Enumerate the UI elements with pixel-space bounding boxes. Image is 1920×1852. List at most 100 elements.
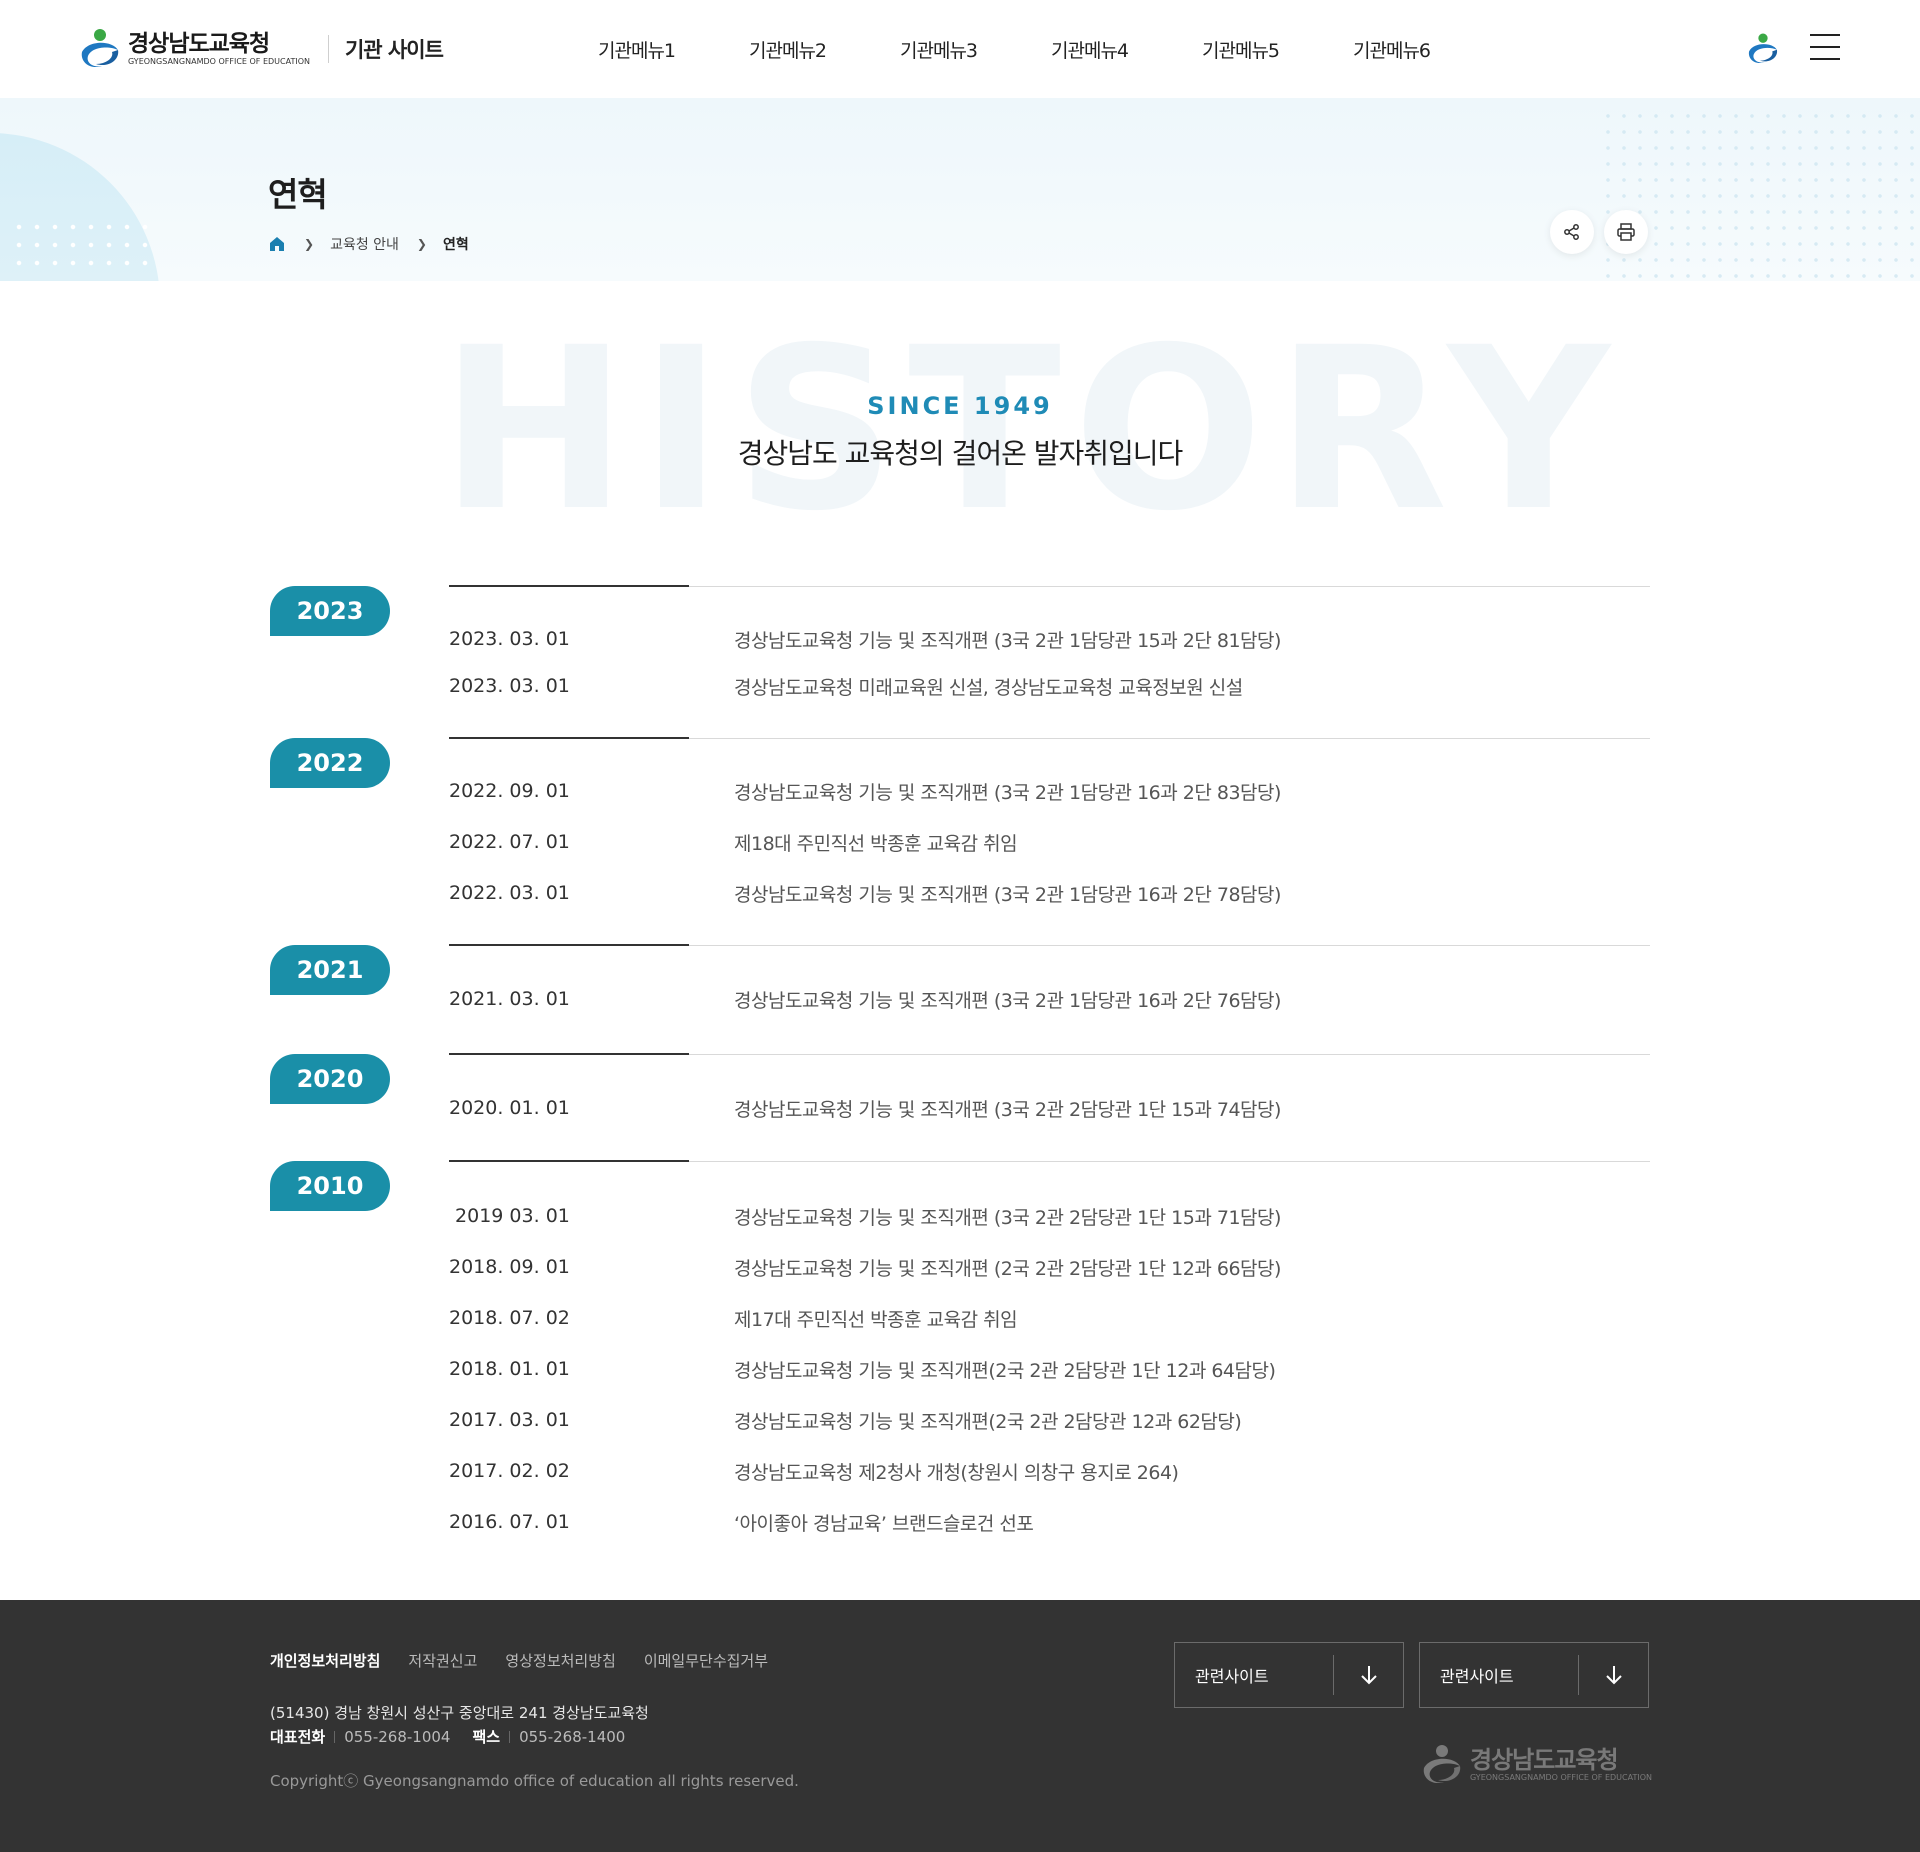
- event-description: 경상남도교육청 기능 및 조직개편 (2국 2관 2담당관 1단 12과 66담…: [734, 1257, 1281, 1280]
- since-label: SINCE 1949: [867, 392, 1053, 420]
- share-button[interactable]: [1550, 210, 1594, 254]
- history-event: 2019 03. 01 경상남도교육청 기능 및 조직개편 (3국 2관 2담당관…: [449, 1201, 1281, 1231]
- nav-item-menu1[interactable]: 기관메뉴1: [598, 36, 749, 63]
- event-date: 2022. 09. 01: [449, 780, 570, 802]
- site-name: 기관 사이트: [344, 38, 444, 62]
- related-sites-label: 관련사이트: [1195, 1667, 1269, 1686]
- home-icon[interactable]: [268, 235, 286, 253]
- event-date: 2023. 03. 01: [449, 628, 570, 650]
- event-description: 제17대 주민직선 박종훈 교육감 취임: [734, 1308, 1018, 1331]
- breadcrumb-item-guide[interactable]: 교육청 안내: [330, 234, 399, 254]
- event-date: 2022. 03. 01: [449, 882, 570, 904]
- print-icon: [1617, 223, 1635, 241]
- event-date: 2018. 01. 01: [449, 1358, 570, 1380]
- event-date: 2022. 07. 01: [449, 831, 570, 853]
- site-footer: 개인정보처리방침 저작권신고 영상정보처리방침 이메일무단수집거부 (51430…: [0, 1600, 1920, 1852]
- history-event: 2016. 07. 01 ‘아이좋아 경남교육’ 브랜드슬로건 선포: [449, 1507, 1034, 1537]
- nav-item-menu3[interactable]: 기관메뉴3: [900, 36, 1051, 63]
- tel-number: 055-268-1004: [344, 1727, 451, 1746]
- footer-link-privacy[interactable]: 개인정보처리방침: [270, 1650, 380, 1671]
- history-event: 2020. 01. 01 경상남도교육청 기능 및 조직개편 (3국 2관 2담당…: [449, 1093, 1281, 1123]
- logo[interactable]: 경상남도교육청 GYEONGSANGNAMDO OFFICE OF EDUCAT…: [78, 28, 444, 70]
- sub-visual-banner: 연혁 ❯ 교육청 안내 ❯ 연혁: [0, 98, 1920, 281]
- year-badge: 2010: [270, 1161, 390, 1211]
- year-divider-accent: [449, 1160, 689, 1162]
- history-event: 2022. 03. 01 경상남도교육청 기능 및 조직개편 (3국 2관 1담당…: [449, 878, 1281, 908]
- year-divider-accent: [449, 944, 689, 946]
- nav-item-menu5[interactable]: 기관메뉴5: [1202, 36, 1353, 63]
- history-event: 2022. 07. 01 제18대 주민직선 박종훈 교육감 취임: [449, 827, 1018, 857]
- event-date: 2021. 03. 01: [449, 988, 570, 1010]
- event-description: 경상남도교육청 기능 및 조직개편 (3국 2관 1담당관 15과 2단 81담…: [734, 629, 1281, 652]
- history-event: 2022. 09. 01 경상남도교육청 기능 및 조직개편 (3국 2관 1담당…: [449, 776, 1281, 806]
- related-sites-select-2[interactable]: 관련사이트: [1419, 1642, 1649, 1708]
- related-sites-label: 관련사이트: [1440, 1667, 1514, 1686]
- logo-divider: [327, 35, 329, 63]
- print-button[interactable]: [1604, 210, 1648, 254]
- event-description: 경상남도교육청 기능 및 조직개편 (3국 2관 1담당관 16과 2단 83담…: [734, 781, 1281, 804]
- year-badge: 2023: [270, 586, 390, 636]
- copyright: Copyrightⓒ Gyeongsangnamdo office of edu…: [270, 1772, 799, 1790]
- main-navigation: 기관메뉴1 기관메뉴2 기관메뉴3 기관메뉴4 기관메뉴5 기관메뉴6: [598, 36, 1504, 63]
- event-description: 경상남도교육청 미래교육원 신설, 경상남도교육청 교육정보원 신설: [734, 676, 1243, 699]
- related-sites-select-1[interactable]: 관련사이트: [1174, 1642, 1404, 1708]
- footer-link-video-policy[interactable]: 영상정보처리방침: [505, 1650, 615, 1671]
- event-date: 2020. 01. 01: [449, 1097, 570, 1119]
- intro-title: 경상남도 교육청의 걸어온 발자취입니다: [737, 437, 1184, 470]
- footer-logo: 경상남도교육청 GYEONGSANGNAMDO OFFICE OF EDUCAT…: [1420, 1744, 1652, 1786]
- event-date: 2018. 07. 02: [449, 1307, 570, 1329]
- history-event: 2017. 03. 01 경상남도교육청 기능 및 조직개편(2국 2관 2담당관…: [449, 1405, 1242, 1435]
- history-event: 2017. 02. 02 경상남도교육청 제2청사 개청(창원시 의창구 용지로 …: [449, 1456, 1179, 1486]
- year-divider-accent: [449, 585, 689, 587]
- decorative-dots-right: [1600, 108, 1920, 278]
- event-description: ‘아이좋아 경남교육’ 브랜드슬로건 선포: [734, 1512, 1034, 1535]
- logo-emblem-icon: [1423, 1745, 1461, 1784]
- nav-item-menu2[interactable]: 기관메뉴2: [749, 36, 900, 63]
- event-date: 2016. 07. 01: [449, 1511, 570, 1533]
- footer-logo-name: 경상남도교육청: [1470, 1746, 1619, 1774]
- hamburger-menu-icon[interactable]: [1810, 34, 1840, 62]
- page-title: 연혁: [268, 175, 328, 214]
- footer-logo-subtitle: GYEONGSANGNAMDO OFFICE OF EDUCATION: [1470, 1773, 1652, 1782]
- chevron-right-icon: ❯: [416, 237, 427, 251]
- logo-emblem-icon: [78, 28, 122, 70]
- footer-link-copyright-report[interactable]: 저작권신고: [408, 1650, 477, 1671]
- chevron-right-icon: ❯: [304, 237, 315, 251]
- logo-name: 경상남도교육청: [128, 31, 270, 57]
- site-header: 경상남도교육청 GYEONGSANGNAMDO OFFICE OF EDUCAT…: [0, 0, 1920, 98]
- tel-label: 대표전화: [270, 1728, 326, 1746]
- office-emblem-icon[interactable]: [1746, 32, 1780, 66]
- share-icon: [1564, 224, 1579, 240]
- event-date: 2019 03. 01: [449, 1205, 570, 1227]
- year-badge: 2022: [270, 738, 390, 788]
- event-date: 2017. 02. 02: [449, 1460, 570, 1482]
- breadcrumb-item-current: 연혁: [442, 237, 469, 253]
- event-date: 2017. 03. 01: [449, 1409, 570, 1431]
- history-event: 2018. 01. 01 경상남도교육청 기능 및 조직개편(2국 2관 2담당관…: [449, 1354, 1276, 1384]
- footer-contact: 대표전화 055-268-1004 팩스 055-268-1400: [270, 1726, 625, 1747]
- year-divider-accent: [449, 1053, 689, 1055]
- breadcrumb: ❯ 교육청 안내 ❯ 연혁: [268, 234, 469, 254]
- event-description: 경상남도교육청 기능 및 조직개편 (3국 2관 1담당관 16과 2단 78담…: [734, 883, 1281, 906]
- history-event: 2018. 07. 02 제17대 주민직선 박종훈 교육감 취임: [449, 1303, 1018, 1333]
- fax-number: 055-268-1400: [519, 1727, 626, 1746]
- history-event: 2023. 03. 01 경상남도교육청 기능 및 조직개편 (3국 2관 1담당…: [449, 624, 1281, 654]
- arrow-down-icon[interactable]: [1333, 1655, 1403, 1695]
- nav-item-menu6[interactable]: 기관메뉴6: [1353, 36, 1504, 63]
- event-description: 경상남도교육청 기능 및 조직개편(2국 2관 2담당관 12과 62담당): [734, 1410, 1242, 1433]
- event-description: 경상남도교육청 기능 및 조직개편 (3국 2관 2담당관 1단 15과 71담…: [734, 1206, 1281, 1229]
- nav-item-menu4[interactable]: 기관메뉴4: [1051, 36, 1202, 63]
- event-description: 경상남도교육청 제2청사 개청(창원시 의창구 용지로 264): [734, 1461, 1179, 1484]
- year-badge: 2021: [270, 945, 390, 995]
- footer-link-email-refusal[interactable]: 이메일무단수집거부: [644, 1650, 768, 1671]
- history-background-text: HISTORY: [440, 299, 1622, 560]
- year-divider-accent: [449, 737, 689, 739]
- event-date: 2018. 09. 01: [449, 1256, 570, 1278]
- footer-links: 개인정보처리방침 저작권신고 영상정보처리방침 이메일무단수집거부: [270, 1650, 796, 1671]
- logo-subtitle: GYEONGSANGNAMDO OFFICE OF EDUCATION: [128, 57, 310, 66]
- event-description: 경상남도교육청 기능 및 조직개편(2국 2관 2담당관 1단 12과 64담당…: [734, 1359, 1276, 1382]
- footer-address: (51430) 경남 창원시 성산구 중앙대로 241 경상남도교육청: [270, 1704, 649, 1722]
- event-description: 제18대 주민직선 박종훈 교육감 취임: [734, 832, 1018, 855]
- year-badge: 2020: [270, 1054, 390, 1104]
- arrow-down-icon[interactable]: [1578, 1655, 1648, 1695]
